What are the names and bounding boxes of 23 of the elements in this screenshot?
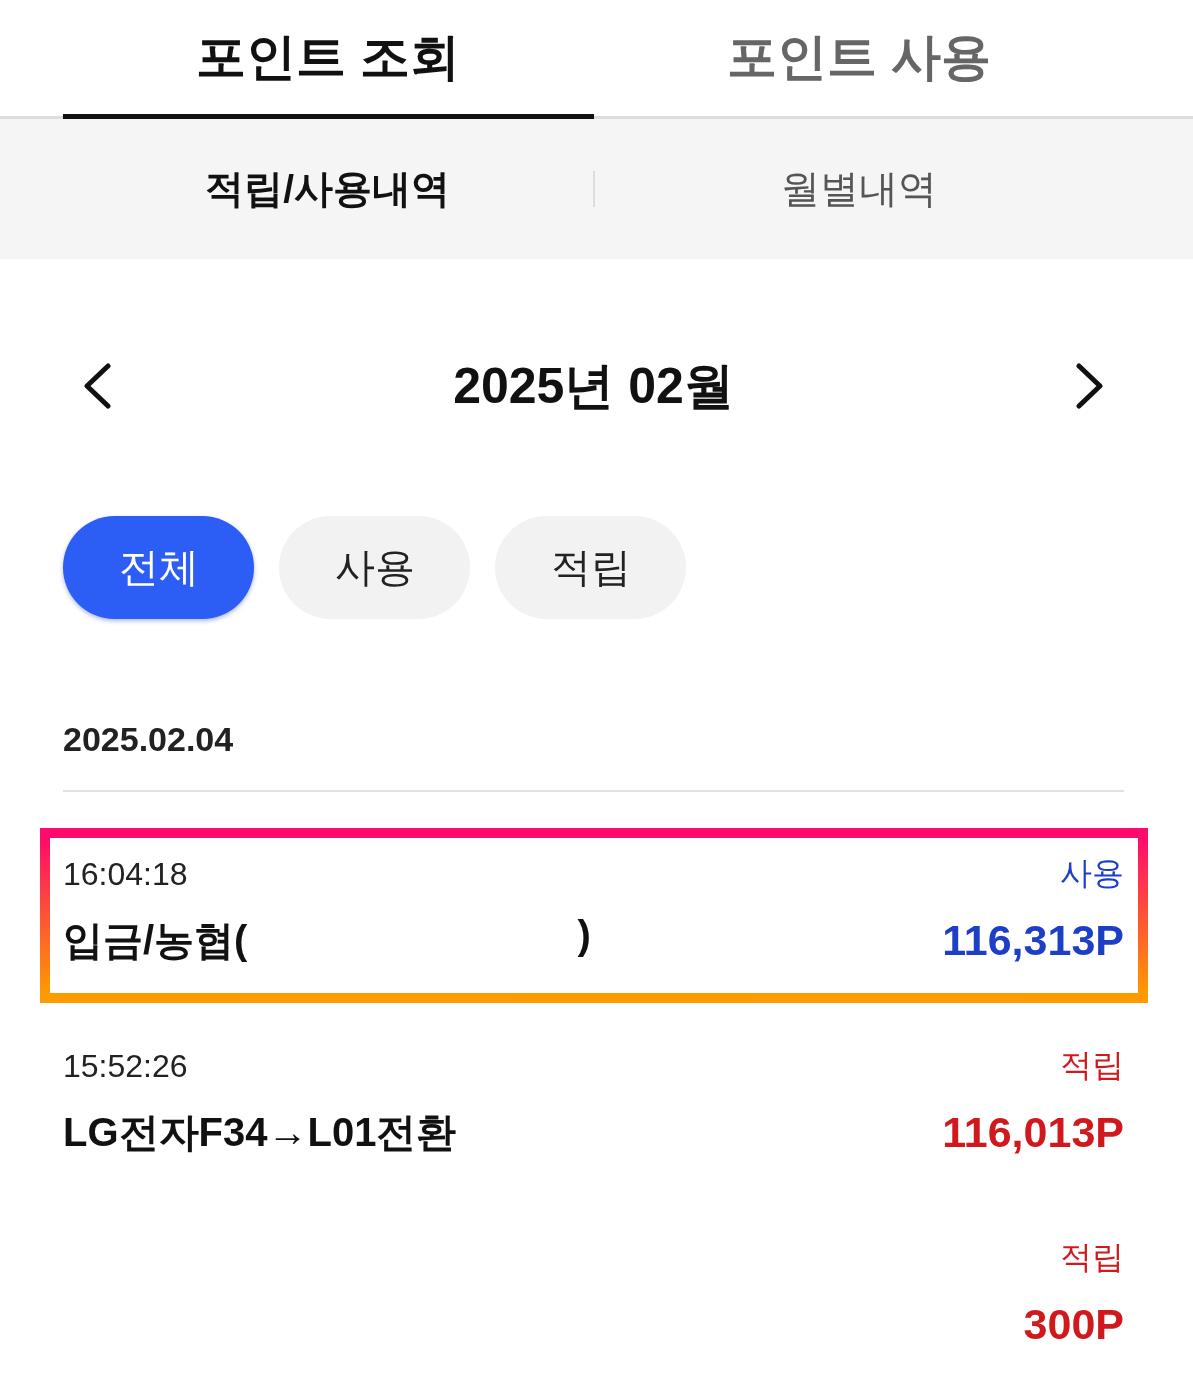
sub-tab[interactable]: 월별내역 bbox=[594, 154, 1124, 224]
sub-tab[interactable]: 적립/사용내역 bbox=[63, 154, 593, 224]
transaction-type: 적립 bbox=[1060, 1046, 1124, 1085]
tab[interactable]: 포인트 사용 bbox=[593, 0, 1124, 119]
transaction-description: 입금/농협( bbox=[63, 916, 248, 964]
transaction-type: 적립 bbox=[1060, 1238, 1124, 1277]
date-header: 2025.02.04 bbox=[63, 719, 234, 759]
transaction-time: 15:52:26 bbox=[63, 1047, 188, 1085]
filter-chip[interactable]: 사용 bbox=[279, 516, 470, 619]
month-title: 2025년 02월 bbox=[453, 356, 734, 416]
transaction-description: LG전자F34→L01전환 bbox=[63, 1108, 457, 1156]
filter-chip[interactable]: 적립 bbox=[495, 516, 686, 619]
chevron-left-icon bbox=[82, 363, 112, 409]
transaction-type: 사용 bbox=[1060, 854, 1124, 893]
filter-chip[interactable]: 전체 bbox=[63, 516, 254, 619]
next-month-button[interactable] bbox=[1075, 363, 1105, 409]
transaction-time: 16:04:18 bbox=[63, 855, 188, 893]
transaction-amount: 116,013P bbox=[942, 1107, 1124, 1157]
transaction-amount: 116,313P bbox=[942, 915, 1124, 965]
previous-month-button[interactable] bbox=[82, 363, 112, 409]
transaction-description: ) bbox=[577, 912, 591, 959]
transaction-amount: 300P bbox=[1023, 1299, 1124, 1349]
chevron-right-icon bbox=[1075, 363, 1105, 409]
